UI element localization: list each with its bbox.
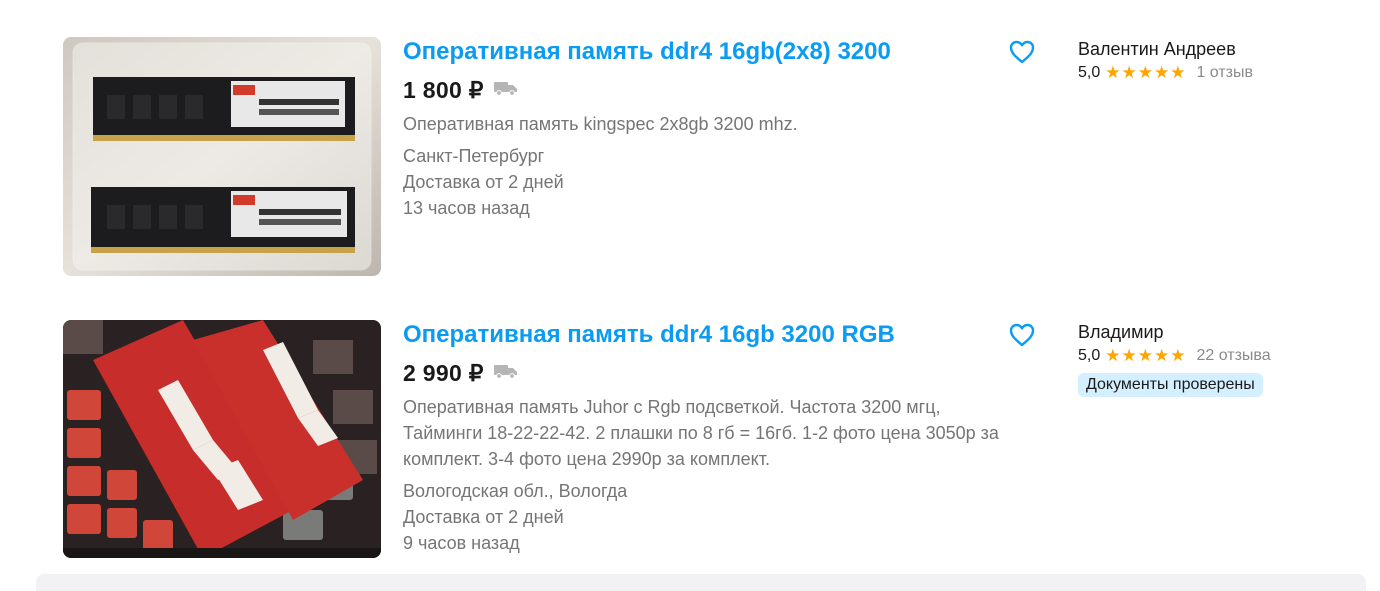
reviews-count-link[interactable]: 22 отзыва	[1196, 347, 1270, 365]
rating-score: 5,0	[1078, 64, 1101, 81]
seller-rating: 5,0 ★★★★★ 22 отзыва	[1078, 345, 1338, 367]
listing-price: 1 800 ₽	[403, 76, 484, 103]
seller-rating: 5,0 ★★★★★ 1 отзыв	[1078, 62, 1338, 84]
listing-photo[interactable]	[63, 37, 381, 276]
listing-description: Оперативная память kingspec 2x8gb 3200 m…	[403, 114, 798, 134]
listing-delivery: Доставка от 2 дней	[403, 172, 564, 192]
listing-title-link[interactable]: Оперативная память ddr4 16gb 3200 RGB	[403, 320, 1023, 350]
listing-title-link[interactable]: Оперативная память ddr4 16gb(2x8) 3200	[403, 37, 1023, 67]
ram-kit-photo-image	[63, 37, 381, 276]
listing-posted-time: 13 часов назад	[403, 198, 530, 218]
seller-name-link[interactable]: Владимир	[1078, 320, 1338, 344]
rating-score: 5,0	[1078, 347, 1101, 364]
seller-block: Владимир 5,0 ★★★★★ 22 отзыва Документы п…	[1078, 320, 1338, 397]
seller-name-link[interactable]: Валентин Андреев	[1078, 37, 1338, 61]
listing-card[interactable]: Оперативная память ddr4 16gb 3200 RGB 2 …	[63, 320, 1323, 560]
listing-info: Оперативная память ddr4 16gb(2x8) 3200 1…	[403, 37, 1023, 221]
listing-info: Оперативная память ddr4 16gb 3200 RGB 2 …	[403, 320, 1023, 556]
listing-description: Оперативная память Juhor с Rgb подсветко…	[403, 397, 999, 469]
listing-location: Вологодская обл., Вологда	[403, 481, 628, 501]
rating-stars-icon: ★★★★★	[1105, 346, 1187, 365]
listing-photo[interactable]	[63, 320, 381, 558]
listing-posted-time: 9 часов назад	[403, 533, 520, 553]
seller-block: Валентин Андреев 5,0 ★★★★★ 1 отзыв	[1078, 37, 1338, 84]
next-section-divider	[36, 574, 1366, 591]
heart-outline-icon[interactable]	[1008, 39, 1036, 65]
listing-delivery: Доставка от 2 дней	[403, 507, 564, 527]
price-row: 1 800 ₽	[403, 75, 1023, 105]
listing-price: 2 990 ₽	[403, 359, 484, 386]
rgb-ram-photo-image	[63, 320, 381, 558]
truck-icon	[493, 80, 518, 101]
listing-location: Санкт-Петербург	[403, 146, 545, 166]
listing-card[interactable]: Оперативная память ddr4 16gb(2x8) 3200 1…	[63, 37, 1323, 277]
documents-verified-badge: Документы проверены	[1078, 373, 1263, 397]
truck-icon	[493, 363, 518, 384]
price-row: 2 990 ₽	[403, 358, 1023, 388]
reviews-count-link[interactable]: 1 отзыв	[1196, 64, 1253, 82]
heart-outline-icon[interactable]	[1008, 322, 1036, 348]
rating-stars-icon: ★★★★★	[1105, 63, 1187, 82]
